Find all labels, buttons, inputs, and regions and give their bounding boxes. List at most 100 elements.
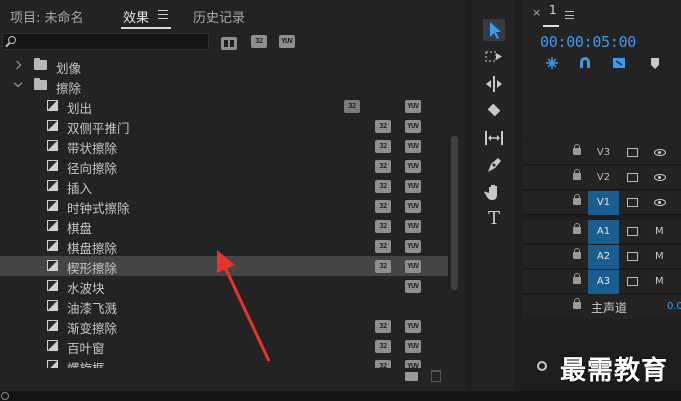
track-a1[interactable]: A1 M xyxy=(523,220,681,244)
panel-menu-icon[interactable] xyxy=(158,10,168,19)
selection-tool[interactable] xyxy=(483,19,505,41)
eye-icon[interactable] xyxy=(654,199,666,206)
playhead-timecode[interactable]: 00:00:05:00 xyxy=(540,33,636,51)
pen-tool[interactable] xyxy=(483,154,505,176)
ripple-edit-icon xyxy=(486,76,502,92)
track-select-tool[interactable] xyxy=(483,46,505,68)
effects-search-box[interactable] xyxy=(2,33,209,50)
razor-tool[interactable] xyxy=(483,100,505,122)
zoom-scroll-handle[interactable] xyxy=(537,361,547,371)
effect-label: 径向擦除 xyxy=(67,161,118,176)
sequence-menu-icon[interactable] xyxy=(565,11,574,19)
lock-icon[interactable] xyxy=(573,298,581,309)
insert-nest-icon[interactable] xyxy=(545,56,559,70)
32bit-filter-button[interactable]: 32 xyxy=(251,35,267,48)
type-icon: T xyxy=(487,208,500,229)
accelerated-effects-icon xyxy=(221,37,237,50)
tab-effects[interactable]: 效果 xyxy=(123,7,149,26)
linked-selection-icon[interactable] xyxy=(612,56,626,70)
track-label[interactable]: A3 xyxy=(588,270,619,294)
effect-item[interactable]: 插入 32 YUV xyxy=(0,176,448,196)
gear-icon[interactable] xyxy=(1,392,9,400)
sync-lock-icon[interactable] xyxy=(627,148,638,157)
close-sequence-icon[interactable]: × xyxy=(532,6,541,19)
snap-magnet-icon[interactable] xyxy=(578,56,592,70)
sync-lock-icon[interactable] xyxy=(627,252,638,261)
effects-scrollbar[interactable] xyxy=(451,136,458,290)
slip-tool[interactable] xyxy=(483,127,505,149)
track-v3[interactable]: V3 xyxy=(523,141,681,165)
track-label[interactable]: A1 xyxy=(588,220,619,244)
master-track[interactable]: 主声道 0.0 xyxy=(523,295,681,319)
active-tab-indicator xyxy=(121,27,171,29)
effect-item[interactable]: 划出 32 YUV xyxy=(0,96,448,116)
track-v1[interactable]: V1 xyxy=(523,191,681,215)
32bit-badge: 32 xyxy=(375,340,391,353)
effect-label: 双侧平推门 xyxy=(67,121,130,136)
delete-icon[interactable] xyxy=(431,370,441,382)
master-volume-value[interactable]: 0.0 xyxy=(667,301,681,312)
effects-search-input[interactable] xyxy=(21,34,206,49)
accelerated-effects-filter[interactable] xyxy=(221,35,237,50)
effect-folder[interactable]: 划像 xyxy=(0,56,448,76)
track-a3[interactable]: A3 M xyxy=(523,270,681,294)
lock-icon[interactable] xyxy=(573,194,581,205)
pen-icon xyxy=(488,158,501,172)
sync-lock-icon[interactable] xyxy=(627,173,638,182)
sync-lock-icon[interactable] xyxy=(627,198,638,207)
transition-icon xyxy=(47,280,58,291)
timeline-header: × 1 00:00:05:00 xyxy=(523,0,681,140)
lock-icon[interactable] xyxy=(573,169,581,180)
mute-button[interactable]: M xyxy=(655,226,664,237)
track-label[interactable]: V2 xyxy=(588,166,619,190)
ripple-edit-tool[interactable] xyxy=(483,73,505,95)
folder-icon xyxy=(34,78,47,90)
mute-button[interactable]: M xyxy=(655,251,664,262)
transition-icon xyxy=(47,140,58,151)
track-label[interactable]: V3 xyxy=(588,141,619,165)
lock-icon[interactable] xyxy=(573,273,581,284)
tab-history[interactable]: 历史记录 xyxy=(193,7,245,26)
effect-item[interactable]: 时钟式擦除 32 YUV xyxy=(0,196,448,216)
effect-item[interactable]: 带状擦除 32 YUV xyxy=(0,136,448,156)
eye-icon[interactable] xyxy=(654,174,666,181)
effect-label: 棋盘擦除 xyxy=(67,241,118,256)
sync-lock-icon[interactable] xyxy=(627,277,638,286)
tab-project[interactable]: 项目: 未命名 xyxy=(10,7,84,26)
32bit-badge: 32 xyxy=(375,120,391,133)
track-label[interactable]: V1 xyxy=(588,191,619,215)
track-a2[interactable]: A2 M xyxy=(523,245,681,269)
sequence-tab[interactable]: 1 xyxy=(549,3,557,17)
slip-icon xyxy=(485,131,503,145)
yuv-filter-button[interactable]: YUV xyxy=(279,35,295,48)
effect-label: 擦除 xyxy=(56,81,82,96)
chevron-right-icon[interactable] xyxy=(12,60,22,70)
effect-folder[interactable]: 擦除 xyxy=(0,76,448,96)
effect-label: 螺旋框 xyxy=(67,358,105,368)
new-bin-icon[interactable] xyxy=(405,372,418,381)
transition-icon xyxy=(47,200,58,211)
yuv-badge: YUV xyxy=(405,360,421,368)
effect-label: 划像 xyxy=(56,61,82,76)
add-marker-icon[interactable] xyxy=(648,56,662,70)
type-tool[interactable]: T xyxy=(483,208,505,230)
hand-tool[interactable] xyxy=(483,181,505,203)
eye-icon[interactable] xyxy=(654,149,666,156)
annotation-arrow xyxy=(217,250,271,362)
32bit-badge: 32 xyxy=(375,220,391,233)
effect-item[interactable]: 双侧平推门 32 YUV xyxy=(0,116,448,136)
effect-item[interactable]: 径向擦除 32 YUV xyxy=(0,156,448,176)
sync-lock-icon[interactable] xyxy=(627,227,638,236)
razor-icon xyxy=(487,103,501,117)
sequence-tab-indicator xyxy=(543,25,559,27)
track-v2[interactable]: V2 xyxy=(523,166,681,190)
effect-item[interactable]: 棋盘 32 YUV xyxy=(0,216,448,236)
selection-arrow-icon xyxy=(490,22,501,39)
chevron-down-icon[interactable] xyxy=(13,78,23,88)
lock-icon[interactable] xyxy=(573,144,581,155)
yuv-badge: YUV xyxy=(405,120,421,133)
lock-icon[interactable] xyxy=(573,223,581,234)
mute-button[interactable]: M xyxy=(655,276,664,287)
lock-icon[interactable] xyxy=(573,248,581,259)
track-label[interactable]: A2 xyxy=(588,245,619,269)
